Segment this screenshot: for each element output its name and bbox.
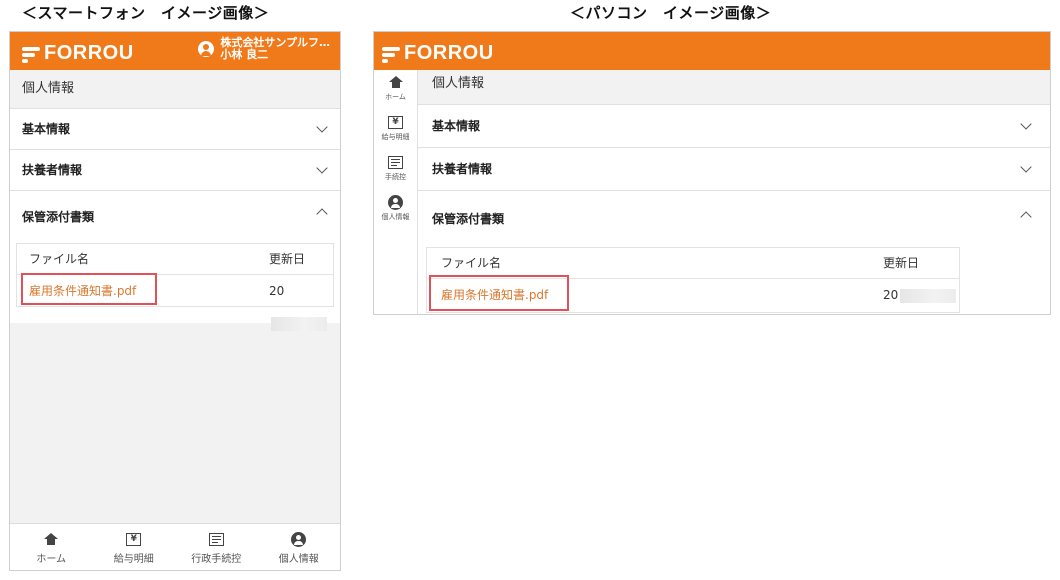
brand-name: FORROU [404,42,494,64]
section-dependents[interactable]: 扶養者情報 [418,147,1050,190]
sidebar-item-label: 給与明細 [381,133,410,141]
section-label: 基本情報 [432,119,481,133]
nav-personal-info[interactable]: 個人情報 [258,524,341,570]
table-header: ファイル名 更新日 [17,244,333,275]
nav-label: 給与明細 [113,554,154,565]
section-label: 保管添付書類 [432,212,505,226]
section-label: 保管添付書類 [22,210,95,224]
column-file-name: ファイル名 [441,256,502,270]
redacted-date [900,288,957,303]
files-table: ファイル名 更新日 雇用条件通知書.pdf 20 [16,243,334,331]
highlight-box [21,273,157,305]
page-title: 個人情報 [418,70,1050,104]
form-icon [388,155,403,169]
sidebar-item-label: 個人情報 [381,213,410,221]
yen-icon: ¥ [126,532,142,546]
bottom-nav: ホーム ¥ 給与明細 行政手続控 個人情報 [10,523,340,570]
sidebar-item-label: ホーム [385,93,406,101]
chevron-down-icon [316,121,328,133]
nav-payslip[interactable]: ¥ 給与明細 [93,524,176,570]
forrou-logo-icon [382,45,400,63]
chevron-down-icon [1020,118,1032,130]
nav-procedures[interactable]: 行政手続控 [175,524,258,570]
chevron-up-icon [1020,211,1032,223]
redacted-date [271,316,327,331]
user-name: 小林 良二 [220,48,269,61]
section-basic-info[interactable]: 基本情報 [10,108,340,149]
section-label: 基本情報 [22,122,71,136]
brand-logo[interactable]: FORROU [22,42,134,65]
pc-screen: FORROU ホーム ¥ 給与明細 手続控 個人情報 個人情報 基本情報 扶養者… [373,31,1051,315]
home-icon [44,533,59,545]
user-icon [198,41,215,57]
chevron-down-icon [1020,161,1032,173]
yen-icon: ¥ [388,115,403,129]
section-label: 扶養者情報 [22,163,83,177]
nav-home[interactable]: ホーム [10,524,93,570]
sidebar: ホーム ¥ 給与明細 手続控 個人情報 [374,70,418,314]
chevron-down-icon [316,162,328,174]
user-menu[interactable]: 株式会社サンプルフ… 小林 良二 [198,37,330,61]
form-icon [208,532,224,546]
nav-label: 行政手続控 [191,554,242,565]
column-file-name: ファイル名 [29,252,90,266]
pc-caption: ＜パソコン イメージ画像＞ [570,4,772,22]
sidebar-item-personal-info[interactable]: 個人情報 [374,190,417,230]
nav-label: 個人情報 [278,554,319,565]
section-stored-documents[interactable]: 保管添付書類 [418,190,1050,247]
sidebar-item-procedures[interactable]: 手続控 [374,150,417,190]
updated-date: 20 [269,275,333,339]
sidebar-item-home[interactable]: ホーム [374,70,417,110]
top-bar: FORROU 株式会社サンプルフ… 小林 良二 [10,32,340,70]
nav-label: ホーム [36,554,67,565]
stored-documents-panel: ファイル名 更新日 雇用条件通知書.pdf 20 [10,243,340,331]
person-icon [388,194,403,210]
smartphone-screen: FORROU 株式会社サンプルフ… 小林 良二 個人情報 基本情報 扶養者情報 … [9,31,341,571]
section-label: 扶養者情報 [432,162,493,176]
smartphone-caption: ＜スマートフォン イメージ画像＞ [22,4,270,22]
files-table: ファイル名 更新日 雇用条件通知書.pdf 20 [426,247,960,313]
forrou-logo-icon [22,45,40,63]
stored-documents-panel: ファイル名 更新日 雇用条件通知書.pdf 20 [418,247,1050,319]
sidebar-item-label: 手続控 [385,173,406,181]
section-stored-documents[interactable]: 保管添付書類 [10,190,340,243]
main-content: 個人情報 基本情報 扶養者情報 保管添付書類 ファイル名 更新日 雇用条件通知書… [418,70,1050,314]
chevron-up-icon [316,208,328,220]
column-updated: 更新日 [883,256,920,270]
person-icon [291,531,307,547]
brand-logo[interactable]: FORROU [382,42,494,65]
column-updated: 更新日 [269,252,306,266]
home-icon [388,76,403,88]
brand-name: FORROU [44,42,134,64]
highlight-box [429,275,569,311]
section-basic-info[interactable]: 基本情報 [418,104,1050,147]
top-bar: FORROU [374,32,1050,70]
section-dependents[interactable]: 扶養者情報 [10,149,340,190]
updated-date: 20 [883,279,957,311]
page-title: 個人情報 [10,70,340,108]
sidebar-item-payslip[interactable]: ¥ 給与明細 [374,110,417,150]
